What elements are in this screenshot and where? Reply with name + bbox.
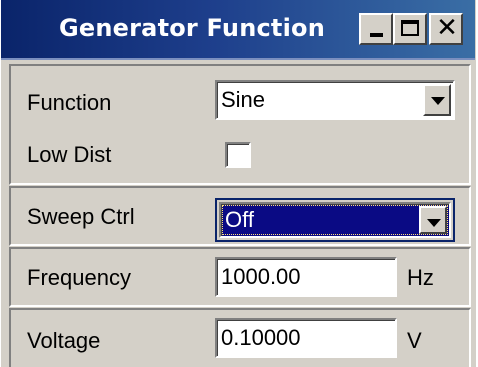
voltage-section: Voltage 0.10000 V (9, 308, 471, 367)
voltage-field[interactable]: 0.10000 (215, 318, 397, 358)
close-icon: ✕ (436, 13, 458, 43)
frequency-label: Frequency (27, 265, 131, 290)
frequency-value: 1000.00 (221, 264, 301, 289)
function-label: Function (27, 90, 112, 115)
close-button[interactable]: ✕ (429, 13, 463, 45)
minimize-icon (370, 33, 383, 37)
voltage-label: Voltage (27, 328, 101, 353)
function-select[interactable]: Sine (215, 80, 455, 120)
low-dist-label: Low Dist (27, 142, 112, 167)
maximize-button[interactable] (393, 13, 427, 45)
chevron-down-icon[interactable] (423, 84, 451, 116)
sweep-ctrl-select[interactable]: Off (219, 202, 451, 238)
frequency-section: Frequency 1000.00 Hz (9, 247, 471, 307)
maximize-icon (401, 20, 419, 36)
low-dist-checkbox[interactable] (225, 142, 251, 168)
generator-function-window: Generator Function ✕ Function Sine Low D… (0, 0, 476, 367)
function-section: Function Sine Low Dist (9, 64, 471, 185)
minimize-button[interactable] (359, 13, 393, 45)
window-title: Generator Function (59, 14, 325, 42)
panel-body: Function Sine Low Dist Sweep Ctrl Off Fr… (1, 60, 477, 367)
sweep-ctrl-select-value: Off (225, 207, 254, 232)
sweep-section: Sweep Ctrl Off (9, 186, 471, 246)
sweep-ctrl-label: Sweep Ctrl (27, 204, 135, 229)
voltage-unit: V (407, 328, 422, 353)
function-select-value: Sine (221, 87, 266, 112)
voltage-value: 0.10000 (221, 325, 301, 350)
frequency-unit: Hz (407, 265, 434, 290)
chevron-down-icon[interactable] (419, 206, 447, 234)
frequency-field[interactable]: 1000.00 (215, 257, 397, 297)
title-bar[interactable]: Generator Function ✕ (1, 0, 475, 60)
